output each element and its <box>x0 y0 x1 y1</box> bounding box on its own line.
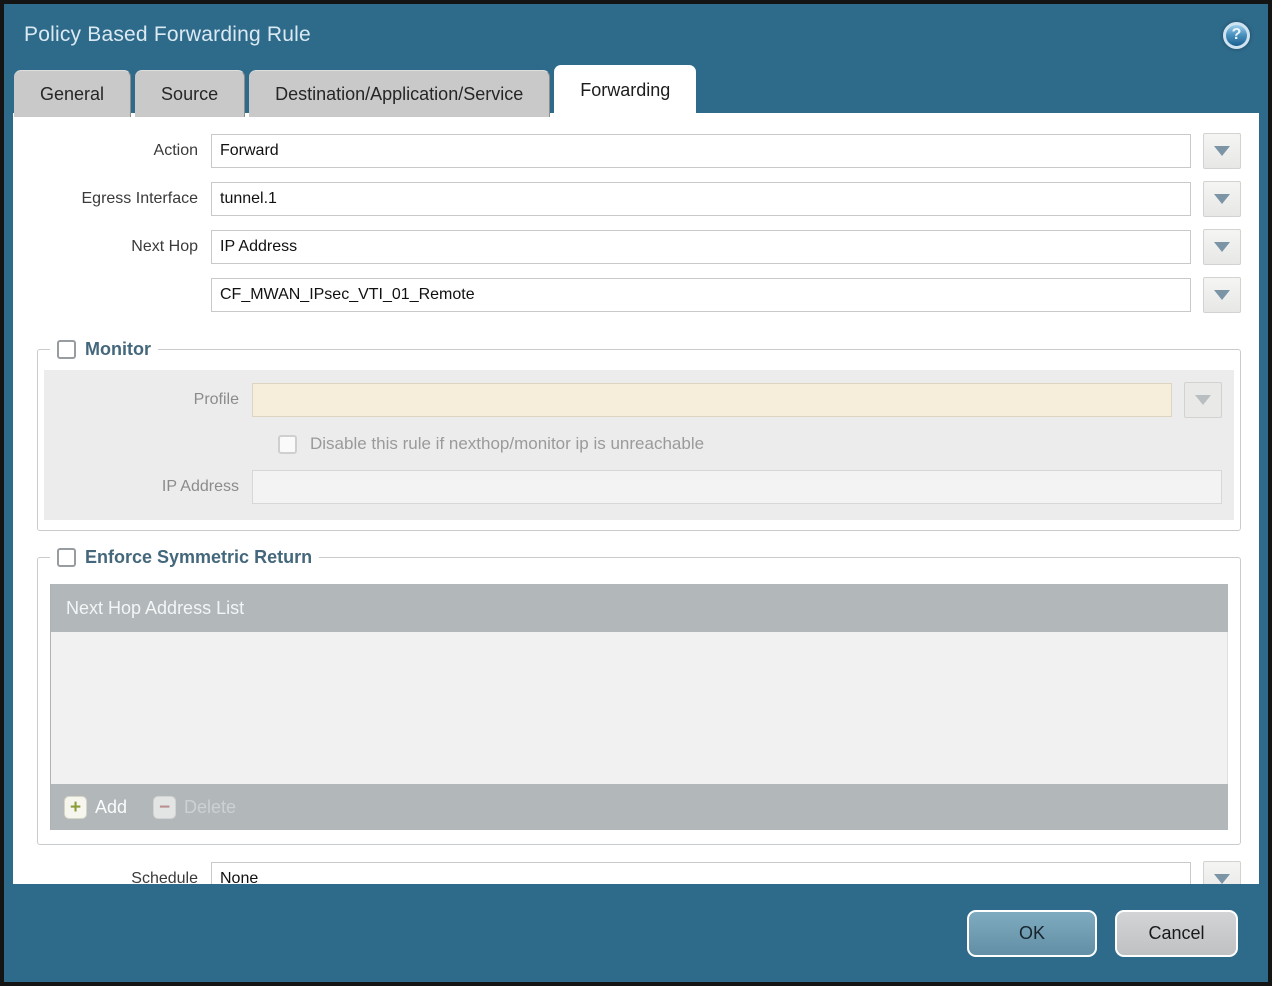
symmetric-return-legend: Enforce Symmetric Return <box>50 547 319 568</box>
plus-icon: + <box>64 796 87 819</box>
egress-interface-fieldwrap <box>211 181 1241 217</box>
minus-icon: − <box>153 796 176 819</box>
table-footer: + Add − Delete <box>51 784 1228 830</box>
cancel-button[interactable]: Cancel <box>1115 910 1238 957</box>
next-hop-address-fieldwrap <box>211 277 1241 313</box>
next-hop-dropdown-button[interactable] <box>1203 229 1241 265</box>
next-hop-address-list-table: Next Hop Address List + Add − Delete <box>50 584 1228 830</box>
symmetric-return-fieldset: Enforce Symmetric Return Next Hop Addres… <box>37 547 1241 845</box>
dialog-titlebar: Policy Based Forwarding Rule ? <box>4 4 1268 62</box>
symmetric-return-checkbox[interactable] <box>57 548 76 567</box>
monitor-fieldset: Monitor Profile Disable this rule if nex… <box>37 339 1241 531</box>
delete-button-label: Delete <box>184 797 236 818</box>
monitor-legend-label: Monitor <box>85 339 151 360</box>
table-header: Next Hop Address List <box>51 584 1228 632</box>
action-fieldwrap <box>211 133 1241 169</box>
next-hop-row: Next Hop <box>13 229 1241 265</box>
monitor-profile-row: Profile <box>44 382 1222 418</box>
table-body-empty[interactable] <box>51 632 1228 784</box>
schedule-row: Schedule <box>13 861 1241 884</box>
egress-interface-row: Egress Interface <box>13 181 1241 217</box>
monitor-profile-select <box>252 383 1172 417</box>
monitor-profile-dropdown-button <box>1184 382 1222 418</box>
egress-interface-select[interactable] <box>211 182 1191 216</box>
chevron-down-icon <box>1214 874 1230 884</box>
chevron-down-icon <box>1195 395 1211 405</box>
pbf-rule-dialog: Policy Based Forwarding Rule ? General S… <box>0 0 1272 986</box>
monitor-ip-address-fieldwrap <box>252 470 1222 504</box>
chevron-down-icon <box>1214 146 1230 156</box>
symmetric-return-legend-label: Enforce Symmetric Return <box>85 547 312 568</box>
tab-general[interactable]: General <box>14 70 131 117</box>
monitor-ip-address-row: IP Address <box>44 470 1222 504</box>
disable-rule-checkbox <box>278 435 297 454</box>
help-icon[interactable]: ? <box>1223 22 1250 49</box>
action-select[interactable] <box>211 134 1191 168</box>
egress-interface-label: Egress Interface <box>13 190 211 208</box>
tab-forwarding[interactable]: Forwarding <box>554 65 696 117</box>
tab-source[interactable]: Source <box>135 70 245 117</box>
dialog-footer: OK Cancel <box>4 884 1268 982</box>
next-hop-address-dropdown-button[interactable] <box>1203 277 1241 313</box>
next-hop-address-select[interactable] <box>211 278 1191 312</box>
table-header-label: Next Hop Address List <box>66 598 244 619</box>
monitor-legend: Monitor <box>50 339 158 360</box>
monitor-profile-fieldwrap <box>252 382 1222 418</box>
chevron-down-icon <box>1214 290 1230 300</box>
monitor-panel: Profile Disable this rule if nexthop/mon… <box>44 370 1234 520</box>
action-label: Action <box>13 142 211 160</box>
chevron-down-icon <box>1214 242 1230 252</box>
disable-rule-label: Disable this rule if nexthop/monitor ip … <box>310 434 704 454</box>
schedule-fieldwrap <box>211 861 1241 884</box>
add-button-label: Add <box>95 797 127 818</box>
monitor-profile-label: Profile <box>44 391 252 409</box>
next-hop-fieldwrap <box>211 229 1241 265</box>
schedule-label: Schedule <box>13 870 211 884</box>
schedule-select[interactable] <box>211 862 1191 884</box>
schedule-dropdown-button[interactable] <box>1203 861 1241 884</box>
next-hop-label: Next Hop <box>13 238 211 256</box>
monitor-ip-address-label: IP Address <box>44 478 252 496</box>
forwarding-tab-panel: Action Egress Interface Next Hop <box>13 113 1259 884</box>
action-row: Action <box>13 133 1241 169</box>
monitor-ip-address-input <box>252 470 1222 504</box>
egress-interface-dropdown-button[interactable] <box>1203 181 1241 217</box>
delete-button: − Delete <box>153 796 236 819</box>
tab-bar: General Source Destination/Application/S… <box>14 65 700 117</box>
monitor-checkbox[interactable] <box>57 340 76 359</box>
ok-button[interactable]: OK <box>967 910 1097 957</box>
next-hop-type-select[interactable] <box>211 230 1191 264</box>
chevron-down-icon <box>1214 194 1230 204</box>
next-hop-address-row <box>13 277 1241 313</box>
add-button[interactable]: + Add <box>64 796 127 819</box>
monitor-disable-rule-row: Disable this rule if nexthop/monitor ip … <box>278 434 1234 454</box>
action-dropdown-button[interactable] <box>1203 133 1241 169</box>
dialog-title: Policy Based Forwarding Rule <box>24 23 311 47</box>
tab-destination-application-service[interactable]: Destination/Application/Service <box>249 70 550 117</box>
